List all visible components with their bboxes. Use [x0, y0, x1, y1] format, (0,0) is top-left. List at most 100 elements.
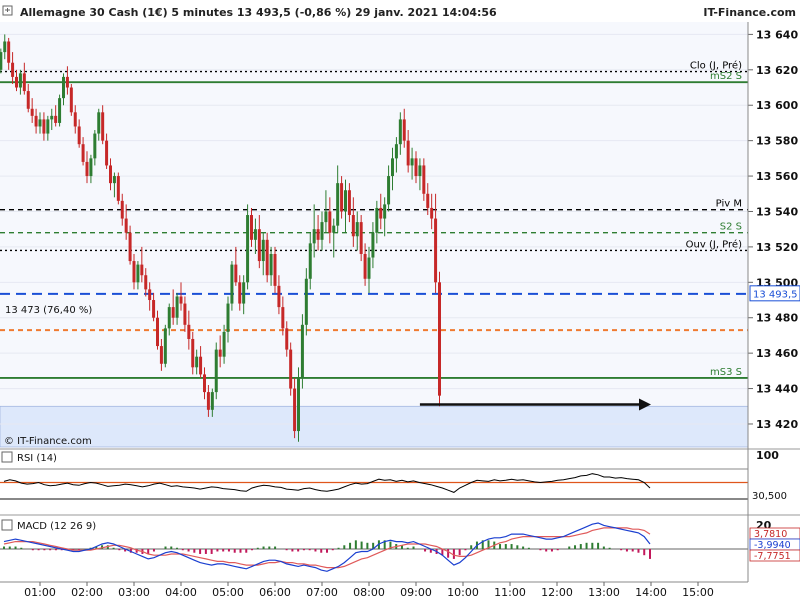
- candle-body: [105, 140, 109, 166]
- y-tick-label: 13 540: [756, 205, 798, 218]
- level-label: mS2 S: [710, 71, 742, 82]
- candle-body: [50, 115, 54, 120]
- candle-body: [261, 239, 265, 262]
- candle-body: [414, 158, 418, 177]
- candle-body: [183, 303, 187, 325]
- candle: [300, 314, 304, 389]
- candle-body: [187, 324, 191, 339]
- candle-body: [179, 296, 183, 304]
- y-tick-label: 13 440: [756, 383, 798, 396]
- candle-body: [214, 349, 218, 393]
- candle: [289, 342, 293, 396]
- candle-body: [42, 119, 46, 134]
- candle-body: [391, 158, 394, 177]
- candle-body: [93, 133, 97, 159]
- candle-body: [38, 119, 42, 127]
- fib-level-label: 13 473 (76,40 %): [5, 305, 92, 316]
- candle-body: [132, 261, 136, 283]
- candle-body: [124, 218, 128, 233]
- candle-body: [144, 275, 148, 290]
- candle-body: [128, 232, 132, 262]
- candle-body: [246, 215, 250, 283]
- candle-body: [101, 112, 105, 141]
- candle-body: [434, 218, 438, 283]
- candle-body: [269, 253, 273, 276]
- candle-body: [7, 41, 11, 63]
- candle: [246, 204, 250, 290]
- candle: [265, 232, 269, 283]
- x-tick-label: 15:00: [682, 586, 714, 599]
- current-price-label: 13 493,5: [753, 289, 798, 300]
- rsi-tick-label: 100: [756, 449, 779, 462]
- macd-toggle-icon[interactable]: [1, 519, 13, 531]
- candle-body: [297, 377, 300, 432]
- candle-body: [195, 356, 199, 368]
- candle-body: [293, 388, 297, 432]
- brand-label: IT-Finance.com: [703, 6, 796, 19]
- candle-body: [120, 200, 124, 219]
- rsi-toggle-icon[interactable]: [1, 451, 13, 463]
- macd-value-label: 3,7810: [754, 529, 787, 540]
- candle-body: [11, 62, 15, 77]
- candle-body: [300, 324, 304, 378]
- candle-body: [65, 76, 69, 88]
- y-tick-label: 13 460: [756, 347, 798, 360]
- candle-body: [379, 207, 383, 219]
- watermark: © IT-Finance.com: [4, 436, 92, 447]
- candle-body: [422, 165, 426, 194]
- candle-body: [206, 392, 210, 410]
- candle-body: [273, 253, 277, 286]
- candle-body: [363, 253, 367, 279]
- candle-body: [163, 328, 167, 364]
- candle-body: [210, 392, 214, 410]
- candle-body: [242, 282, 246, 304]
- candle-body: [367, 257, 371, 279]
- candle-body: [34, 115, 38, 127]
- candle-body: [148, 289, 152, 301]
- candle-body: [85, 161, 89, 177]
- candle-body: [58, 98, 62, 123]
- candle-body: [116, 176, 120, 201]
- candle-body: [344, 190, 347, 212]
- level-label: S2 S: [720, 222, 742, 233]
- candle-body: [312, 229, 316, 244]
- candle: [230, 261, 234, 311]
- candle-body: [97, 112, 101, 134]
- candle-body: [308, 243, 312, 279]
- candle-body: [26, 91, 30, 109]
- candle-body: [430, 207, 434, 219]
- candle-body: [69, 87, 73, 113]
- macd-value-label: -7,7751: [754, 551, 791, 562]
- candle-body: [253, 229, 257, 240]
- level-label: Ouv (J, Pré): [686, 238, 742, 250]
- candle: [297, 367, 300, 442]
- candle-body: [175, 296, 179, 318]
- macd-label: MACD (12 26 9): [17, 521, 96, 532]
- x-tick-label: 04:00: [165, 586, 197, 599]
- chart-title: Allemagne 30 Cash (1€) 5 minutes 13 493,…: [20, 6, 497, 19]
- candle: [214, 342, 218, 400]
- price-panel: Clo (J, Pré)mS2 S Piv M S2 S Ouv (J, Pré) mS…: [0, 22, 800, 449]
- x-tick-label: 09:00: [400, 586, 432, 599]
- candle-body: [171, 307, 175, 318]
- candle-body: [438, 282, 441, 396]
- candle-body: [340, 183, 344, 212]
- level-label: mS3 S: [710, 367, 742, 378]
- y-tick-label: 13 620: [756, 64, 798, 77]
- x-tick-label: 05:00: [212, 586, 244, 599]
- level-label: Clo (J, Pré): [690, 60, 742, 72]
- macd-value-label: -3,9940: [754, 540, 791, 551]
- rsi-level-label: 30,500: [752, 491, 787, 502]
- candle-body: [218, 349, 222, 357]
- x-tick-label: 13:00: [588, 586, 620, 599]
- candle-body: [0, 52, 3, 70]
- candle-body: [230, 264, 234, 304]
- candle-body: [77, 126, 81, 145]
- candle-body: [371, 232, 375, 258]
- candle-body: [359, 222, 363, 254]
- rsi-panel: 100 30,500 RSI (14): [0, 448, 800, 502]
- candle-body: [336, 183, 340, 226]
- support-zone: [0, 405, 749, 448]
- candle-body: [136, 264, 140, 283]
- candle-body: [62, 76, 65, 99]
